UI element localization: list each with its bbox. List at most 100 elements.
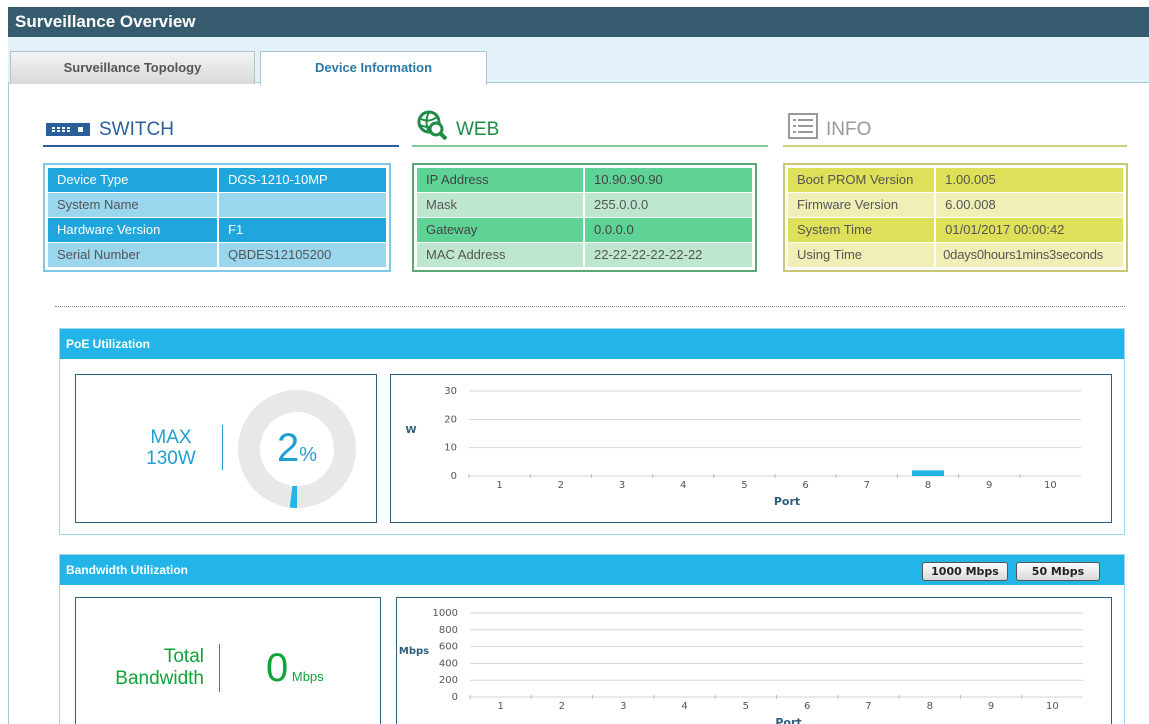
info-section-title: INFO: [826, 119, 872, 140]
table-row: Device Type DGS-1210-10MP: [48, 168, 386, 192]
x-tick-label: 6: [802, 480, 808, 491]
row-label: Hardware Version: [48, 218, 217, 242]
x-tick-label: 4: [681, 701, 687, 712]
web-section-header: WEB: [412, 110, 768, 147]
row-label: Firmware Version: [788, 193, 935, 217]
table-row: Serial Number QBDES12105200: [48, 243, 386, 267]
row-label: Device Type: [48, 168, 217, 192]
x-tick-label: 4: [680, 480, 686, 491]
bandwidth-total-line2: Bandwidth: [115, 668, 204, 689]
y-tick-label: 20: [444, 414, 457, 425]
y-tick-label: 800: [439, 625, 458, 636]
y-tick-label: 200: [439, 675, 458, 686]
list-icon: [788, 113, 818, 142]
switch-section-rule: [43, 145, 399, 147]
y-axis-label: W: [405, 425, 416, 436]
row-value: [219, 193, 386, 217]
bandwidth-summary-box: Total Bandwidth 0 Mbps: [75, 597, 381, 724]
row-value: DGS-1210-10MP: [219, 168, 386, 192]
tab-device-information[interactable]: Device Information: [260, 51, 487, 85]
x-tick-label: 5: [741, 480, 747, 491]
window-title: Surveillance Overview: [15, 12, 196, 31]
x-tick-label: 9: [988, 701, 994, 712]
web-section-rule: [412, 145, 768, 147]
x-tick-label: 10: [1046, 701, 1059, 712]
bandwidth-1000-mbps-button[interactable]: 1000 Mbps: [922, 562, 1008, 581]
info-section-header: INFO: [783, 111, 1127, 147]
tab-strip: Surveillance Topology Device Information: [8, 37, 1149, 85]
y-tick-label: 1000: [433, 608, 458, 619]
table-row: System Name: [48, 193, 386, 217]
x-tick-label: 7: [864, 480, 870, 491]
row-value: 1.00.005: [936, 168, 1123, 192]
x-tick-label: 3: [620, 701, 626, 712]
row-value: F1: [219, 218, 386, 242]
row-value: QBDES12105200: [219, 243, 386, 267]
content-area: SWITCH WEB INFO Device Type DGS-1210-10M…: [8, 83, 1149, 724]
table-row: Boot PROM Version 1.00.005: [788, 168, 1123, 192]
table-row: Mask 255.0.0.0: [417, 193, 752, 217]
poe-chart: 0 10 20 30 W 1 2 3 4 5 6 7 8 9 10 Port: [405, 386, 1081, 508]
bandwidth-value-display: 0 Mbps: [266, 646, 324, 691]
info-section-rule: [783, 145, 1127, 147]
row-label: IP Address: [417, 168, 583, 192]
info-info-table: Boot PROM Version 1.00.005 Firmware Vers…: [783, 163, 1128, 272]
row-value: 01/01/2017 00:00:42: [936, 218, 1123, 242]
row-value: 22-22-22-22-22-22: [585, 243, 752, 267]
x-tick-label: 10: [1044, 480, 1057, 491]
bandwidth-chart-box: 0 200 400 600 800 1000 Mbps 1 2 3 4 5 6 7 8 9 10 Port: [396, 597, 1112, 724]
globe-search-icon: [417, 110, 448, 143]
y-axis-label: Mbps: [399, 646, 429, 657]
y-tick-label: 0: [452, 692, 458, 703]
poe-max-line2: 130W: [146, 448, 196, 469]
table-row: IP Address 10.90.90.90: [417, 168, 752, 192]
web-section-title: WEB: [456, 119, 500, 140]
row-label: Using Time: [788, 243, 935, 267]
row-label: System Time: [788, 218, 935, 242]
x-axis-label: Port: [774, 495, 800, 508]
bandwidth-50-mbps-button[interactable]: 50 Mbps: [1016, 562, 1100, 581]
x-tick-label: 8: [925, 480, 931, 491]
poe-gauge: 2%: [236, 388, 358, 510]
switch-section-header: SWITCH: [43, 111, 399, 147]
table-row: Gateway 0.0.0.0: [417, 218, 752, 242]
row-value: 0days0hours1mins3seconds: [936, 243, 1123, 267]
poe-max-line1: MAX: [150, 427, 192, 448]
row-label: Serial Number: [48, 243, 217, 267]
poe-max-label: MAX 130W: [136, 427, 206, 469]
row-value: 10.90.90.90: [585, 168, 752, 192]
bandwidth-total-line1: Total: [163, 646, 204, 667]
section-divider: [55, 306, 1125, 307]
bandwidth-utilization-panel: Bandwidth Utilization 1000 Mbps 50 Mbps …: [59, 554, 1125, 724]
table-row: Using Time 0days0hours1mins3seconds: [788, 243, 1123, 267]
row-label: Boot PROM Version: [788, 168, 935, 192]
x-tick-label: 7: [865, 701, 871, 712]
poe-separator: [222, 425, 223, 470]
poe-percent: 2%: [236, 426, 358, 471]
tab-surveillance-topology[interactable]: Surveillance Topology: [10, 51, 255, 84]
x-tick-label: 1: [496, 480, 502, 491]
x-tick-label: 3: [619, 480, 625, 491]
switch-icon: [46, 123, 90, 139]
x-tick-label: 2: [558, 480, 564, 491]
x-tick-label: 2: [559, 701, 565, 712]
row-label: Mask: [417, 193, 583, 217]
poe-chart-box: 0 10 20 30 W 1 2 3 4 5 6 7 8 9 10 Port: [390, 374, 1112, 523]
web-info-table: IP Address 10.90.90.90 Mask 255.0.0.0 Ga…: [412, 163, 757, 272]
x-tick-label: 9: [986, 480, 992, 491]
x-tick-label: 1: [497, 701, 503, 712]
row-value: 0.0.0.0: [585, 218, 752, 242]
bandwidth-panel-header: Bandwidth Utilization 1000 Mbps 50 Mbps: [60, 555, 1124, 585]
poe-summary-box: MAX 130W 2%: [75, 374, 377, 523]
y-tick-label: 400: [439, 658, 458, 669]
bandwidth-unit: Mbps: [291, 669, 324, 684]
x-axis-label: Port: [775, 716, 801, 724]
y-tick-label: 0: [451, 471, 457, 482]
y-tick-label: 30: [444, 386, 457, 397]
chart-bar: [912, 470, 944, 476]
x-tick-label: 5: [743, 701, 749, 712]
table-row: Firmware Version 6.00.008: [788, 193, 1123, 217]
row-value: 255.0.0.0: [585, 193, 752, 217]
bandwidth-panel-title: Bandwidth Utilization: [66, 563, 188, 577]
poe-utilization-panel: PoE Utilization MAX 130W 2% 0 10 20 30 W 1 2 3 4…: [59, 328, 1125, 535]
